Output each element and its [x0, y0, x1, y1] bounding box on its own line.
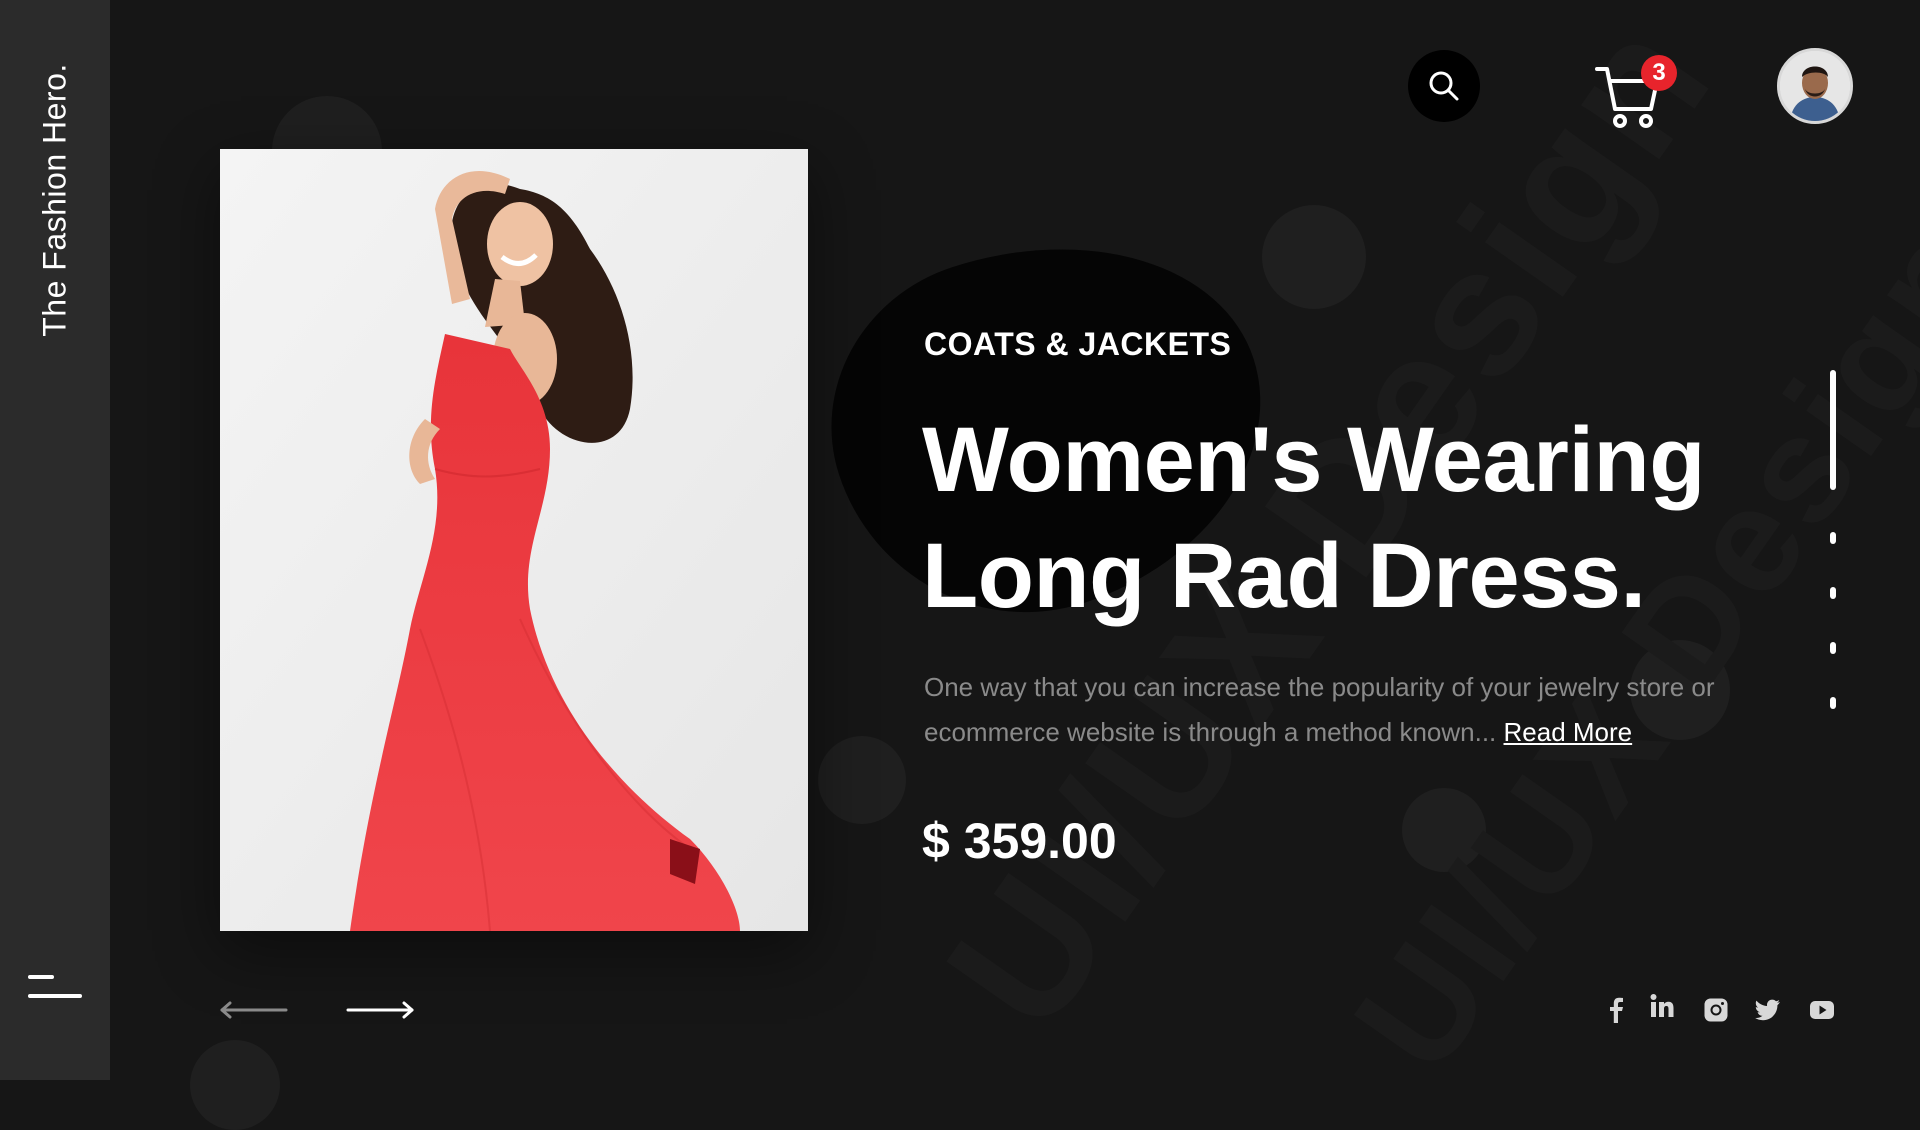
facebook-link[interactable]: [1602, 996, 1630, 1024]
twitter-icon: [1755, 999, 1780, 1021]
user-avatar-icon: [1780, 51, 1850, 121]
facebook-icon: [1610, 997, 1623, 1023]
arrow-left-icon: [220, 1001, 288, 1019]
arrow-right-icon: [346, 1001, 414, 1019]
menu-icon[interactable]: [28, 972, 84, 1002]
linkedin-link[interactable]: [1648, 992, 1676, 1020]
pager-dot[interactable]: [1830, 587, 1836, 599]
model-in-red-dress-illustration: [220, 149, 808, 931]
decor-circle: [818, 736, 906, 824]
product-category: COATS & JACKETS: [924, 326, 1232, 362]
previous-slide-button[interactable]: [218, 1000, 288, 1025]
search-icon: [1429, 71, 1459, 101]
read-more-link[interactable]: Read More: [1504, 717, 1633, 747]
pager-active-indicator[interactable]: [1830, 370, 1836, 490]
product-title-line: Long Rad Dress.: [922, 525, 1646, 627]
product-title: Women's Wearing Long Rad Dress.: [922, 402, 1742, 634]
avatar[interactable]: [1777, 48, 1853, 124]
cart-count-badge: 3: [1641, 55, 1677, 91]
sidebar: The Fashion Hero.: [0, 0, 110, 1080]
product-image: [220, 149, 808, 931]
linkedin-icon: [1650, 994, 1674, 1017]
cart-button[interactable]: 3: [1595, 55, 1677, 135]
next-slide-button[interactable]: [346, 1000, 416, 1025]
decor-circle: [1262, 205, 1366, 309]
product-description: One way that you can increase the popula…: [924, 665, 1784, 755]
product-price: $ 359.00: [922, 813, 1117, 869]
decor-circle: [190, 1040, 280, 1130]
pager-dot[interactable]: [1830, 642, 1836, 654]
brand-logo[interactable]: The Fashion Hero.: [37, 63, 74, 337]
pager-dot[interactable]: [1830, 532, 1836, 544]
pager-dot[interactable]: [1830, 697, 1836, 709]
search-button[interactable]: [1408, 50, 1480, 122]
instagram-link[interactable]: [1702, 996, 1730, 1024]
instagram-icon: [1704, 998, 1728, 1022]
twitter-link[interactable]: [1754, 996, 1782, 1024]
youtube-link[interactable]: [1808, 996, 1836, 1024]
youtube-icon: [1810, 1001, 1834, 1019]
product-title-line: Women's Wearing: [922, 409, 1705, 511]
